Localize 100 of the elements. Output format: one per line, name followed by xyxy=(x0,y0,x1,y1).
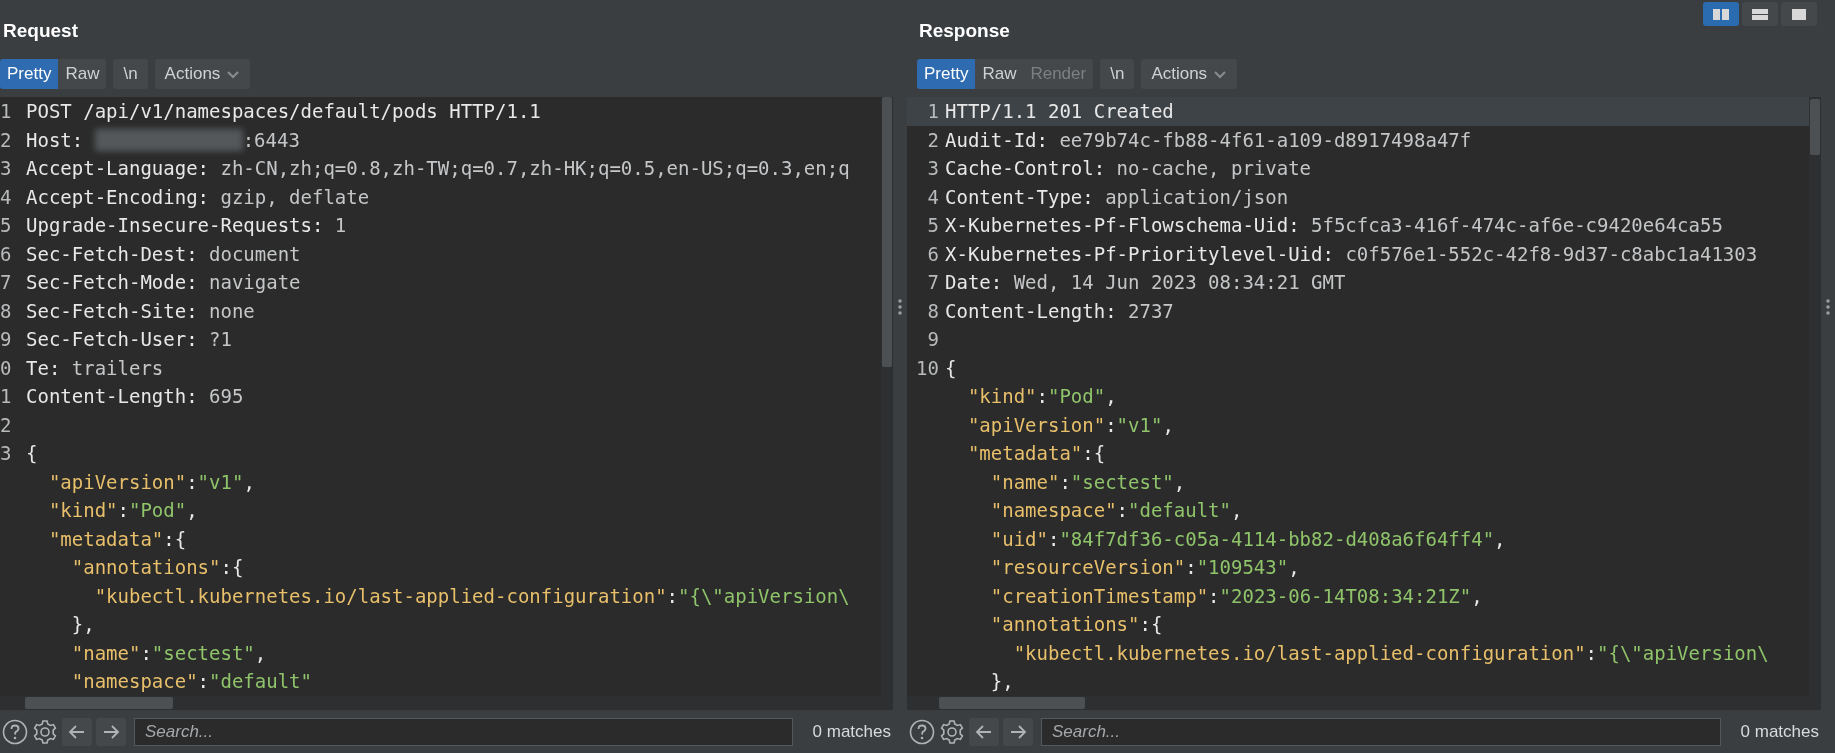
drag-handle-icon[interactable] xyxy=(897,297,903,316)
line-number: 8 xyxy=(0,299,12,322)
code-text: Sec-Fetch-Dest: document xyxy=(26,242,301,265)
single-pane-icon xyxy=(1790,7,1808,21)
code-text: { xyxy=(26,442,38,465)
view-tab[interactable]: Pretty xyxy=(0,59,59,89)
search-field[interactable]: Search... xyxy=(134,717,793,746)
code-text: HTTP/1.1 201 Created xyxy=(945,100,1174,123)
newline-toggle-button[interactable]: \n xyxy=(113,59,148,89)
code-text: "creationTimestamp":"2023-06-14T08:34:21Z", xyxy=(989,584,1483,607)
code-text: "namespace":"default", xyxy=(989,499,1243,522)
code-text: "apiVersion":"v1", xyxy=(966,413,1174,436)
code-text: "metadata":{ xyxy=(47,527,187,550)
line-number: 7 xyxy=(927,271,939,294)
help-icon[interactable] xyxy=(2,718,28,745)
line-number: 8 xyxy=(927,299,939,322)
code-text: "annotations":{ xyxy=(989,613,1163,636)
code-text: Audit-Id: ee79b74c-fb88-4f61-a109-d8917498a47f xyxy=(945,128,1472,151)
line-number: 1 xyxy=(0,100,12,123)
code-text: Te: trailers xyxy=(26,356,164,379)
line-number: 4 xyxy=(927,185,939,208)
line-number: 9 xyxy=(0,328,12,351)
code-text: "name":"sectest", xyxy=(989,470,1186,493)
line-number: 5 xyxy=(0,214,12,237)
line-number: 1 xyxy=(927,100,939,123)
code-text: "kind":"Pod", xyxy=(966,385,1117,408)
code-text: X-Kubernetes-Pf-Flowschema-Uid: 5f5cfca3-416f-474c-af6e-c9420e64ca55 xyxy=(945,214,1723,237)
match-count: 0 matches xyxy=(1740,721,1819,742)
line-number: 6 xyxy=(927,242,939,265)
actions-menu-button[interactable]: Actions xyxy=(1141,59,1238,89)
caret-icon xyxy=(1213,69,1228,79)
back-button[interactable] xyxy=(62,717,92,746)
code-text: "resourceVersion":"109543", xyxy=(989,556,1300,579)
left-arrow-icon xyxy=(975,723,993,740)
left-arrow-icon xyxy=(68,723,86,740)
code-text: Sec-Fetch-Mode: navigate xyxy=(26,271,301,294)
line-number: 3 xyxy=(0,157,12,180)
help-icon[interactable] xyxy=(909,718,935,745)
code-text: Date: Wed, 14 Jun 2023 08:34:21 GMT xyxy=(945,271,1346,294)
scrollbar-thumb[interactable] xyxy=(1810,99,1820,155)
view-tab[interactable]: Pretty xyxy=(917,59,976,89)
line-number: 3 xyxy=(927,157,939,180)
panel-title: Request xyxy=(3,20,78,42)
code-text: "uid":"84f7df36-c05a-4114-bb82-d408a6f64ff4", xyxy=(989,527,1506,550)
layout-button[interactable] xyxy=(1703,2,1739,26)
right-arrow-icon xyxy=(102,723,120,740)
code-text: "annotations":{ xyxy=(70,556,244,579)
actions-menu-button[interactable]: Actions xyxy=(154,59,251,89)
line-number: 1 xyxy=(0,385,12,408)
line-number: 4 xyxy=(0,185,12,208)
back-button[interactable] xyxy=(969,717,999,746)
code-text: Cache-Control: no-cache, private xyxy=(945,157,1312,180)
layout-button[interactable] xyxy=(1742,2,1778,26)
code-text: "namespace":"default" xyxy=(70,670,312,693)
code-text: Content-Length: 2737 xyxy=(945,299,1174,322)
layout-button[interactable] xyxy=(1781,2,1817,26)
code-text: "kind":"Pod", xyxy=(47,499,198,522)
line-number: 9 xyxy=(927,328,939,351)
code-text: "kubectl.kubernetes.io/last-applied-configuration":"{\"apiVersion\ xyxy=(1012,641,1769,664)
settings-icon[interactable] xyxy=(32,718,58,745)
line-number: 5 xyxy=(927,214,939,237)
scrollbar-thumb[interactable] xyxy=(882,97,892,367)
side-by-side-layout-icon xyxy=(1712,7,1730,21)
panel-title: Response xyxy=(919,20,1010,42)
code-text: :6443 xyxy=(242,128,300,151)
code-text: { xyxy=(945,356,957,379)
line-number: 2 xyxy=(0,413,12,436)
line-number: 2 xyxy=(927,128,939,151)
code-text: POST /api/v1/namespaces/default/pods HTTP/1.1 xyxy=(26,100,541,123)
line-number: 2 xyxy=(0,128,12,151)
code-text: "apiVersion":"v1", xyxy=(47,470,255,493)
code-text: Content-Length: 695 xyxy=(26,385,244,408)
right-arrow-icon xyxy=(1009,723,1027,740)
code-text: Accept-Language: zh-CN,zh;q=0.8,zh-TW;q=0.7,zh-HK;q=0.5,en-US;q=0.3,en;q xyxy=(26,157,850,180)
match-count: 0 matches xyxy=(812,721,891,742)
stacked-layout-icon xyxy=(1751,7,1769,21)
scrollbar-thumb[interactable] xyxy=(25,697,173,709)
code-text: Accept-Encoding: gzip, deflate xyxy=(26,185,370,208)
forward-button[interactable] xyxy=(96,717,126,746)
code-text: Upgrade-Insecure-Requests: 1 xyxy=(26,214,347,237)
line-number: 7 xyxy=(0,271,12,294)
caret-icon xyxy=(226,69,241,79)
line-number: 3 xyxy=(0,442,12,465)
search-field[interactable]: Search... xyxy=(1041,717,1721,746)
code-text: Content-Type: application/json xyxy=(945,185,1289,208)
line-number: 6 xyxy=(0,242,12,265)
code-text: Host: xyxy=(26,128,85,151)
code-text: "metadata":{ xyxy=(966,442,1106,465)
code-text: }, xyxy=(70,613,95,636)
newline-toggle-button[interactable]: \n xyxy=(1100,59,1135,89)
code-text: }, xyxy=(989,670,1014,693)
code-text: Sec-Fetch-Site: none xyxy=(26,299,255,322)
code-text: "kubectl.kubernetes.io/last-applied-configuration":"{\"apiVersion\ xyxy=(93,584,850,607)
forward-button[interactable] xyxy=(1003,717,1033,746)
line-number: 0 xyxy=(0,356,12,379)
settings-icon[interactable] xyxy=(939,718,965,745)
scrollbar-thumb[interactable] xyxy=(939,697,1085,709)
drag-handle-icon[interactable] xyxy=(1825,297,1831,316)
line-number: 10 xyxy=(916,356,939,379)
code-text: "name":"sectest", xyxy=(70,641,267,664)
